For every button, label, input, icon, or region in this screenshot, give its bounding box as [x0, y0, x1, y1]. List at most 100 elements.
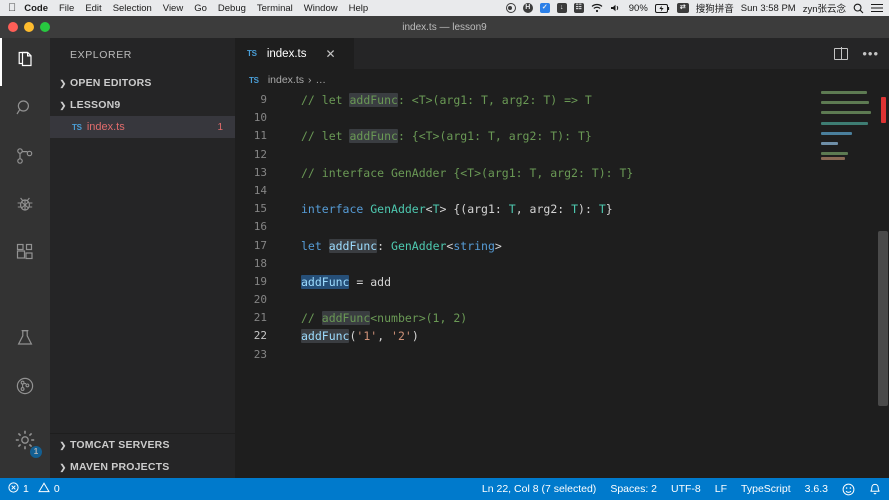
bell-icon[interactable] [869, 483, 881, 496]
activity-bar-item-manage[interactable]: 1 [0, 418, 50, 466]
line-content[interactable]: // interface GenAdder {<T>(arg1: T, arg2… [283, 164, 889, 182]
smiley-icon[interactable] [842, 483, 855, 496]
code-editor[interactable]: 9// let addFunc: <T>(arg1: T, arg2: T) =… [235, 91, 889, 478]
code-line[interactable]: 14 [235, 182, 889, 200]
code-line[interactable]: 23 [235, 346, 889, 364]
activity-bar-item-source-control[interactable] [0, 134, 50, 182]
editor-actions: ••• [834, 38, 879, 69]
activity-bar-item-git-graph[interactable] [0, 364, 50, 412]
split-editor-icon[interactable] [834, 48, 848, 60]
line-content[interactable]: addFunc('1', '2') [283, 327, 889, 345]
activity-bar-item-search[interactable] [0, 86, 50, 134]
sidebar-section-open-editors[interactable]: ❯ OPEN EDITORS [50, 72, 235, 94]
code-token: addFunc [349, 93, 397, 107]
tab-index-ts[interactable]: TS index.ts ✕ [235, 38, 355, 69]
spotlight-search-icon[interactable] [853, 3, 864, 14]
user-account[interactable]: zyn张云念 [803, 1, 846, 15]
breadcrumb[interactable]: TS index.ts › … [235, 69, 889, 91]
status-icon-check[interactable]: ✓ [540, 3, 550, 13]
line-content[interactable]: let addFunc: GenAdder<string> [283, 237, 889, 255]
status-icon-h[interactable]: H [523, 3, 533, 13]
code-line[interactable]: 10 [235, 109, 889, 127]
code-line[interactable]: 11// let addFunc: {<T>(arg1: T, arg2: T)… [235, 127, 889, 145]
code-token: addFunc [322, 311, 370, 325]
line-number: 10 [235, 109, 283, 127]
battery-percent[interactable]: 90% [629, 3, 648, 14]
code-line[interactable]: 20 [235, 291, 889, 309]
code-token: '2' [391, 329, 412, 343]
menu-item-file[interactable]: File [59, 3, 74, 14]
git-graph-circle-icon [15, 376, 35, 401]
status-icon-download[interactable]: ↓ [557, 3, 567, 13]
menu-item-code[interactable]: Code [24, 3, 48, 14]
line-content[interactable]: // let addFunc: {<T>(arg1: T, arg2: T): … [283, 127, 889, 145]
code-line[interactable]: 18 [235, 255, 889, 273]
code-token: GenAdder [391, 239, 446, 253]
line-content[interactable]: addFunc = add [283, 273, 889, 291]
apple-icon[interactable]:  [8, 3, 16, 14]
more-actions-icon[interactable]: ••• [862, 47, 879, 60]
status-bar-language-mode[interactable]: TypeScript [741, 483, 791, 495]
line-content[interactable]: interface GenAdder<T> {(arg1: T, arg2: T… [283, 200, 889, 218]
menu-item-terminal[interactable]: Terminal [257, 3, 293, 14]
record-circle-icon[interactable] [506, 3, 516, 13]
status-icon-grid[interactable]: ☷ [574, 3, 584, 13]
battery-charging-icon[interactable] [655, 4, 670, 13]
input-method-label[interactable]: 搜狗拼音 [696, 1, 734, 15]
code-line[interactable]: 16 [235, 218, 889, 236]
menu-item-debug[interactable]: Debug [218, 3, 246, 14]
activity-bar-item-debug[interactable] [0, 182, 50, 230]
volume-icon[interactable] [610, 3, 622, 13]
workbench: 1 EXPLORER ❯ OPEN EDITORS ❯ LESSON9 TS i… [0, 38, 889, 478]
status-bar-problems[interactable]: 1 0 [8, 482, 60, 496]
sidebar-section-maven-projects[interactable]: ❯ MAVEN PROJECTS [50, 456, 235, 478]
status-bar-typescript-version[interactable]: 3.6.3 [805, 483, 828, 495]
code-line[interactable]: 12 [235, 146, 889, 164]
menu-item-edit[interactable]: Edit [85, 3, 101, 14]
activity-bar-item-explorer[interactable] [0, 38, 50, 86]
close-icon[interactable]: ✕ [325, 48, 335, 60]
sidebar-section-tomcat-servers[interactable]: ❯ TOMCAT SERVERS [50, 434, 235, 456]
editor-scrollbar[interactable] [877, 91, 889, 478]
code-token: > {(arg1: [440, 202, 509, 216]
warning-triangle-icon [38, 482, 50, 496]
code-token: T [433, 202, 440, 216]
menu-item-help[interactable]: Help [349, 3, 369, 14]
status-bar-eol[interactable]: LF [715, 483, 727, 495]
status-bar-indentation[interactable]: Spaces: 2 [610, 483, 657, 495]
status-bar-cursor-position[interactable]: Ln 22, Col 8 (7 selected) [482, 483, 596, 495]
status-bar-encoding[interactable]: UTF-8 [671, 483, 701, 495]
code-token: , arg2: [516, 202, 571, 216]
menu-item-window[interactable]: Window [304, 3, 338, 14]
sidebar-file-label: index.ts [87, 121, 125, 133]
code-line[interactable]: 22addFunc('1', '2') [235, 327, 889, 345]
sidebar-file-index-ts[interactable]: TS index.ts 1 [50, 116, 235, 138]
clock[interactable]: Sun 3:58 PM [741, 3, 796, 14]
line-number: 9 [235, 91, 283, 109]
input-switch-icon[interactable]: ⇄ [677, 3, 689, 13]
line-content[interactable]: // addFunc<number>(1, 2) [283, 309, 889, 327]
menu-item-go[interactable]: Go [194, 3, 207, 14]
code-token: addFunc [349, 129, 397, 143]
code-lines[interactable]: 9// let addFunc: <T>(arg1: T, arg2: T) =… [235, 91, 889, 478]
sidebar-section-lesson9[interactable]: ❯ LESSON9 [50, 94, 235, 116]
code-line[interactable]: 17let addFunc: GenAdder<string> [235, 237, 889, 255]
code-line[interactable]: 13// interface GenAdder {<T>(arg1: T, ar… [235, 164, 889, 182]
wifi-icon[interactable] [591, 3, 603, 13]
code-token: let [301, 239, 329, 253]
code-line[interactable]: 15interface GenAdder<T> {(arg1: T, arg2:… [235, 200, 889, 218]
activity-bar-item-testing[interactable] [0, 316, 50, 364]
activity-bar-item-extensions[interactable] [0, 230, 50, 278]
code-line[interactable]: 21// addFunc<number>(1, 2) [235, 309, 889, 327]
line-content[interactable]: // let addFunc: <T>(arg1: T, arg2: T) =>… [283, 91, 889, 109]
code-line[interactable]: 9// let addFunc: <T>(arg1: T, arg2: T) =… [235, 91, 889, 109]
scrollbar-thumb[interactable] [878, 231, 888, 406]
breadcrumb-ellipsis[interactable]: … [316, 74, 327, 86]
code-token: T [509, 202, 516, 216]
code-line[interactable]: 19addFunc = add [235, 273, 889, 291]
control-center-icon[interactable] [871, 3, 883, 13]
menu-item-view[interactable]: View [163, 3, 183, 14]
breadcrumb-file[interactable]: index.ts [268, 74, 304, 86]
menu-item-selection[interactable]: Selection [113, 3, 152, 14]
code-token: string [453, 239, 495, 253]
